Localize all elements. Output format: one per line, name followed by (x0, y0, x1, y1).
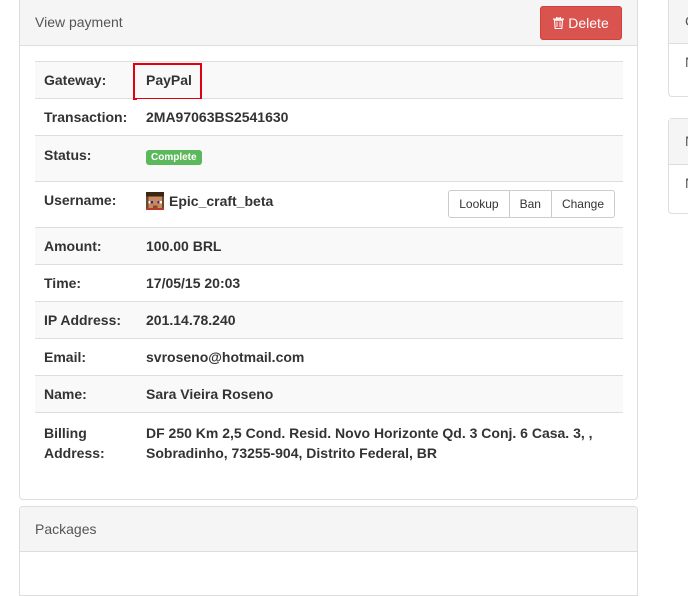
packages-panel: Packages (19, 506, 638, 596)
change-button[interactable]: Change (550, 190, 615, 218)
table-row: Username: Epic_craft_beta Lookup Ban Cha… (35, 181, 623, 228)
time-label: Time: (35, 264, 137, 302)
ip-value: 201.14.78.240 (137, 301, 623, 339)
billing-label-line1: Billing (44, 425, 87, 441)
side-card-2: N N (668, 118, 688, 214)
view-payment-header: View payment Delete (20, 0, 637, 46)
billing-value-line2: Sobradinho, 73255-904, Distrito Federal,… (146, 445, 437, 461)
packages-header: Packages (20, 507, 637, 552)
table-row: Billing Address: DF 250 Km 2,5 Cond. Res… (35, 412, 623, 483)
billing-value-line1: DF 250 Km 2,5 Cond. Resid. Novo Horizont… (146, 425, 593, 441)
delete-label: Delete (568, 15, 609, 31)
billing-label-line2: Address: (44, 445, 105, 461)
username-value[interactable]: Epic_craft_beta (169, 193, 273, 209)
side-card-1-body: N (669, 44, 688, 80)
amount-label: Amount: (35, 227, 137, 265)
name-value: Sara Vieira Roseno (137, 375, 623, 413)
side-card-1-heading: C (669, 0, 688, 44)
payment-details-table: Gateway: PayPal Transaction: 2MA97063BS2… (35, 61, 623, 483)
table-row: Amount: 100.00 BRL (35, 227, 623, 265)
email-label: Email: (35, 338, 137, 376)
amount-value: 100.00 BRL (137, 227, 623, 265)
panel-title: View payment (35, 14, 123, 30)
lookup-button[interactable]: Lookup (448, 190, 510, 218)
side-card-1: C N (668, 0, 688, 97)
transaction-label: Transaction: (35, 98, 137, 136)
billing-value: DF 250 Km 2,5 Cond. Resid. Novo Horizont… (137, 412, 623, 483)
side-card-2-heading: N (669, 119, 688, 165)
name-label: Name: (35, 375, 137, 413)
table-row: Time: 17/05/15 20:03 (35, 264, 623, 302)
table-row: IP Address: 201.14.78.240 (35, 301, 623, 339)
packages-title: Packages (35, 521, 97, 537)
side-card-2-body: N (669, 165, 688, 201)
table-row: Email: svroseno@hotmail.com (35, 338, 623, 376)
ban-button[interactable]: Ban (508, 190, 552, 218)
table-row: Transaction: 2MA97063BS2541630 (35, 98, 623, 136)
transaction-value: 2MA97063BS2541630 (137, 98, 623, 136)
view-payment-panel: View payment Delete Gateway: PayPal Tran… (19, 0, 638, 500)
table-row: Name: Sara Vieira Roseno (35, 375, 623, 413)
ip-label: IP Address: (35, 301, 137, 339)
status-badge: Complete (146, 150, 202, 165)
user-actions: Lookup Ban Change (448, 190, 615, 218)
status-label: Status: (35, 135, 137, 182)
trash-icon (553, 17, 565, 29)
username-label: Username: (35, 181, 137, 228)
gateway-highlight-box (133, 63, 202, 100)
billing-label: Billing Address: (35, 412, 137, 483)
avatar (146, 192, 164, 210)
table-row: Gateway: PayPal (35, 61, 623, 100)
gateway-label: Gateway: (35, 61, 137, 99)
time-value: 17/05/15 20:03 (137, 264, 623, 302)
delete-button[interactable]: Delete (540, 6, 622, 40)
table-row: Status: Complete (35, 135, 623, 182)
email-value: svroseno@hotmail.com (137, 338, 623, 376)
